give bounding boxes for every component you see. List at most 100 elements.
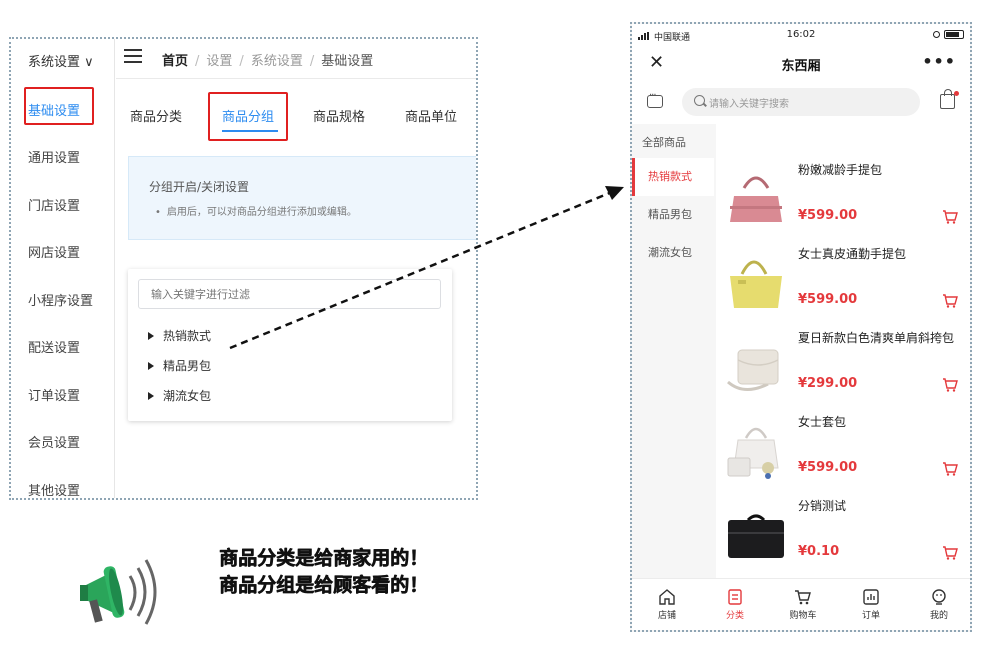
more-icon[interactable]: ••• [922,52,956,71]
breadcrumb-settings[interactable]: 设置 [206,54,232,69]
keyword-filter-input[interactable] [138,279,441,309]
tab-shop[interactable]: 店铺 [633,579,701,630]
status-time: 16:02 [786,29,816,40]
tab-mine[interactable]: 我的 [905,579,970,630]
settings-tabs: 商品分类 商品分组 商品规格 商品单位 [116,79,476,141]
tab-label: 分类 [725,611,744,621]
group-tree-card: 热销款式 精品男包 潮流女包 [128,269,452,421]
product-image-black-bag [728,514,784,558]
breadcrumb-basic-settings: 基础设置 [321,54,374,69]
goods-item[interactable]: 女士套包 ¥599.00 [716,406,970,490]
goods-list: 粉嫩减龄手提包 ¥599.00 女士真皮通勤手提包 ¥599.00 夏日新款白色… [716,124,970,578]
shopping-bag-icon[interactable] [940,89,955,109]
cart-icon[interactable] [942,546,958,560]
sidebar-item-other-settings[interactable]: 其他设置 [28,480,80,498]
nav-bar: ✕ 东西厢 ••• [632,46,970,82]
goods-name: 粉嫩减龄手提包 [798,163,883,177]
tab-product-unit[interactable]: 商品单位 [405,106,457,125]
tree-node-hot-styles[interactable]: 热销款式 [148,327,211,344]
cart-icon[interactable] [942,294,958,308]
admin-topbar: 首页 / 设置 / 系统设置 / 基础设置 [116,39,476,79]
breadcrumb-separator: / [309,54,315,69]
admin-panel: 系统设置 ∨ 基础设置 通用设置 门店设置 网店设置 小程序设置 配送设置 订单… [9,37,478,500]
product-image-white-bag [727,349,779,391]
goods-price: ¥599.00 [798,292,858,307]
sidebar-item-store-settings[interactable]: 门店设置 [28,195,80,214]
tree-node-women-bags[interactable]: 潮流女包 [148,387,211,404]
battery-icon [944,30,964,39]
sidebar-item-order-settings[interactable]: 订单设置 [28,385,80,404]
breadcrumb-system-settings[interactable]: 系统设置 [251,54,303,69]
phone-screen: 中国联通 16:02 ✕ 东西厢 ••• 请输入关键字搜索 全部商品 热销款式 … [630,22,972,632]
search-icon [694,95,705,106]
chat-icon[interactable] [647,90,663,108]
tab-cart[interactable]: 购物车 [769,579,837,630]
notice-title: 分组开启/关闭设置 [149,180,250,194]
caption-line-1: 商品分类是给商家用的！ [219,547,429,569]
goods-name: 夏日新款白色清爽单肩斜挎包 [798,331,955,345]
hamburger-menu-icon[interactable] [124,49,142,63]
tab-label: 购物车 [789,611,817,621]
search-row: 请输入关键字搜索 [632,82,970,124]
sidebar-item-member-settings[interactable]: 会员设置 [28,432,80,451]
category-hot-styles[interactable]: 热销款式 [632,158,714,196]
tab-orders[interactable]: 订单 [837,579,905,630]
breadcrumb-home[interactable]: 首页 [162,54,188,69]
system-settings-menu[interactable]: 系统设置 ∨ [28,51,94,70]
tree-node-label: 潮流女包 [163,389,212,403]
goods-item[interactable]: 粉嫩减龄手提包 ¥599.00 [716,154,970,238]
category-all-goods[interactable]: 全部商品 [632,124,714,162]
cart-icon[interactable] [942,210,958,224]
goods-item[interactable]: 夏日新款白色清爽单肩斜挎包 ¥299.00 [716,322,970,406]
highlight-box-product-group [208,92,288,141]
category-sidebar: 全部商品 热销款式 精品男包 潮流女包 [632,124,714,578]
breadcrumb-separator: / [239,54,244,69]
tab-label: 我的 [929,611,948,621]
goods-price: ¥299.00 [798,376,858,391]
alarm-icon [933,31,940,38]
search-input[interactable]: 请输入关键字搜索 [682,88,920,116]
goods-name: 女士套包 [798,415,847,429]
tab-product-category[interactable]: 商品分类 [130,106,182,125]
tree-node-label: 精品男包 [163,359,212,373]
goods-price: ¥599.00 [798,208,858,223]
tree-node-men-bags[interactable]: 精品男包 [148,357,211,374]
cart-icon[interactable] [942,378,958,392]
search-placeholder: 请输入关键字搜索 [709,99,789,110]
group-toggle-notice: 分组开启/关闭设置 启用后，可以对商品分组进行添加或编辑。 [128,156,476,240]
breadcrumb-separator: / [195,54,200,69]
user-icon [932,589,946,605]
sidebar-item-general-settings[interactable]: 通用设置 [28,147,80,166]
caret-right-icon [148,332,154,340]
home-icon [659,589,675,605]
product-image-bag-set [727,427,779,479]
caption-text: 商品分类是给商家用的！ 商品分组是给顾客看的！ [219,545,428,599]
megaphone-icon [80,559,157,625]
status-bar: 中国联通 16:02 [632,24,970,46]
tree-node-label: 热销款式 [163,329,212,343]
highlight-box-basic-settings [24,87,94,125]
goods-item[interactable]: 分销测试 ¥0.10 [716,490,970,574]
breadcrumb: 首页 / 设置 / 系统设置 / 基础设置 [162,50,373,69]
goods-item[interactable]: 女士真皮通勤手提包 ¥599.00 [716,238,970,322]
cart-icon[interactable] [942,462,958,476]
goods-price: ¥599.00 [798,460,858,475]
tab-label: 订单 [861,611,880,621]
caret-right-icon [148,362,154,370]
notification-dot [954,91,959,96]
goods-name: 女士真皮通勤手提包 [798,247,907,261]
sidebar-item-delivery-settings[interactable]: 配送设置 [28,337,80,356]
category-women-bags[interactable]: 潮流女包 [632,234,714,272]
product-image-yellow-bag [730,260,782,308]
shopping-cart-icon [795,590,811,605]
category-men-bags[interactable]: 精品男包 [632,196,714,234]
admin-sidebar: 系统设置 ∨ 基础设置 通用设置 门店设置 网店设置 小程序设置 配送设置 订单… [11,39,115,498]
admin-main: 首页 / 设置 / 系统设置 / 基础设置 商品分类 商品分组 商品规格 商品单位 分组开启… [116,39,476,498]
tutorial-stage: 系统设置 ∨ 基础设置 通用设置 门店设置 网店设置 小程序设置 配送设置 订单… [0,0,985,652]
sidebar-item-online-shop-settings[interactable]: 网店设置 [28,242,80,261]
tab-product-spec[interactable]: 商品规格 [313,106,365,125]
goods-price: ¥0.10 [798,544,840,559]
tab-label: 店铺 [657,611,676,621]
sidebar-item-mini-program-settings[interactable]: 小程序设置 [28,290,93,309]
tab-category[interactable]: 分类 [701,579,769,630]
